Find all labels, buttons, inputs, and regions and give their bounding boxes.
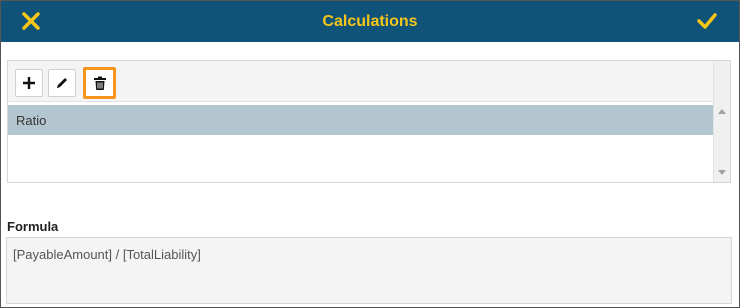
list-scrollbar[interactable] <box>713 61 730 182</box>
dialog-title: Calculations <box>322 12 418 30</box>
trash-icon <box>93 76 106 90</box>
list-toolbar <box>8 61 714 102</box>
calculations-list-panel: Ratio <box>7 60 731 183</box>
confirm-button[interactable] <box>696 10 718 32</box>
calculations-dialog: Calculations Ratio Formula [PayableAmoun… <box>0 0 740 308</box>
delete-button[interactable] <box>83 67 116 99</box>
scroll-up-arrow-icon[interactable] <box>718 109 726 114</box>
close-icon <box>22 12 40 30</box>
scroll-down-arrow-icon[interactable] <box>718 170 726 175</box>
plus-icon <box>23 77 35 89</box>
list-item[interactable]: Ratio <box>8 105 714 135</box>
checkmark-icon <box>697 13 717 29</box>
pencil-icon <box>57 78 67 88</box>
formula-field[interactable]: [PayableAmount] / [TotalLiability] <box>6 237 732 304</box>
list-item-label: Ratio <box>16 112 47 128</box>
formula-label: Formula <box>7 219 59 234</box>
edit-button[interactable] <box>48 69 76 97</box>
add-button[interactable] <box>15 69 43 97</box>
close-button[interactable] <box>20 10 42 32</box>
dialog-header: Calculations <box>1 1 739 42</box>
